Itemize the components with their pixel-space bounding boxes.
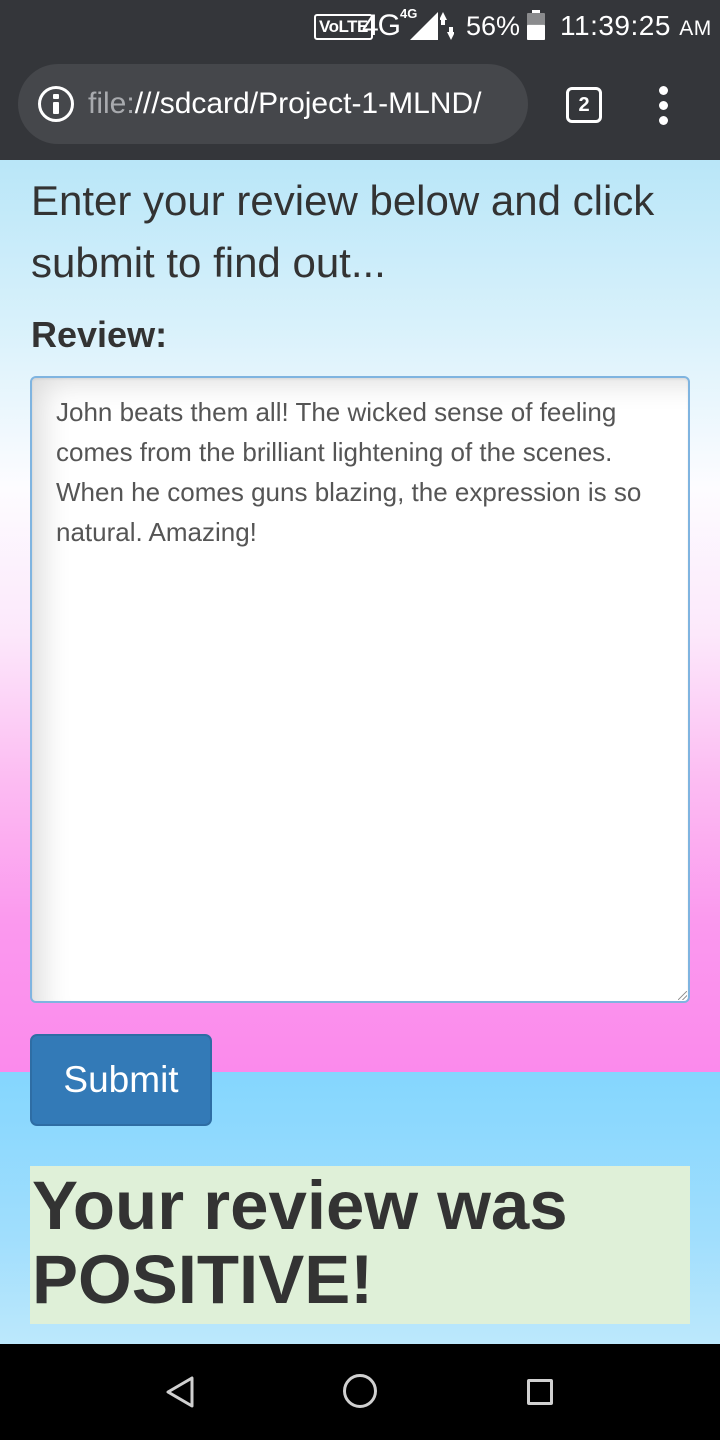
status-bar: VoLTE 4G 4G 56% 11:39:25 AM	[0, 0, 720, 52]
home-icon[interactable]	[343, 1374, 377, 1408]
signal-icon	[410, 12, 438, 45]
web-page: Enter your review below and click submit…	[0, 160, 720, 1344]
resize-grip-icon[interactable]	[678, 991, 687, 1000]
review-textarea-value: John beats them all! The wicked sense of…	[56, 397, 642, 547]
clock-ampm: AM	[679, 17, 712, 40]
browser-toolbar: file:///sdcard/Project-1-MLND/ 2	[0, 52, 720, 160]
submit-button[interactable]: Submit	[30, 1034, 212, 1126]
result-text: Your review was POSITIVE!	[32, 1167, 568, 1318]
tab-switcher-button[interactable]: 2	[566, 87, 602, 123]
result-banner: Your review was POSITIVE!	[30, 1166, 690, 1324]
clock: 11:39:25 AM	[560, 9, 712, 46]
review-textarea[interactable]: John beats them all! The wicked sense of…	[30, 376, 690, 1003]
review-label: Review:	[31, 314, 168, 355]
url-text[interactable]: file:///sdcard/Project-1-MLND/	[88, 84, 518, 124]
url-scheme: file:	[88, 87, 135, 120]
battery-percent: 56%	[466, 11, 521, 41]
battery-icon	[527, 10, 545, 45]
clock-time: 11:39:25	[560, 10, 671, 41]
address-bar[interactable]: file:///sdcard/Project-1-MLND/	[18, 64, 528, 144]
data-activity-icon	[439, 12, 455, 45]
back-icon[interactable]	[165, 1375, 195, 1414]
review-form-section: Enter your review below and click submit…	[0, 160, 720, 1072]
network-type: 4G	[362, 9, 401, 42]
info-icon[interactable]	[38, 86, 74, 122]
overflow-menu-icon[interactable]	[654, 86, 674, 126]
intro-text: Enter your review below and click submit…	[31, 177, 655, 286]
system-nav-bar	[0, 1344, 720, 1440]
recents-icon[interactable]	[527, 1379, 553, 1405]
url-path: ///sdcard/Project-1-MLND/	[134, 87, 482, 120]
